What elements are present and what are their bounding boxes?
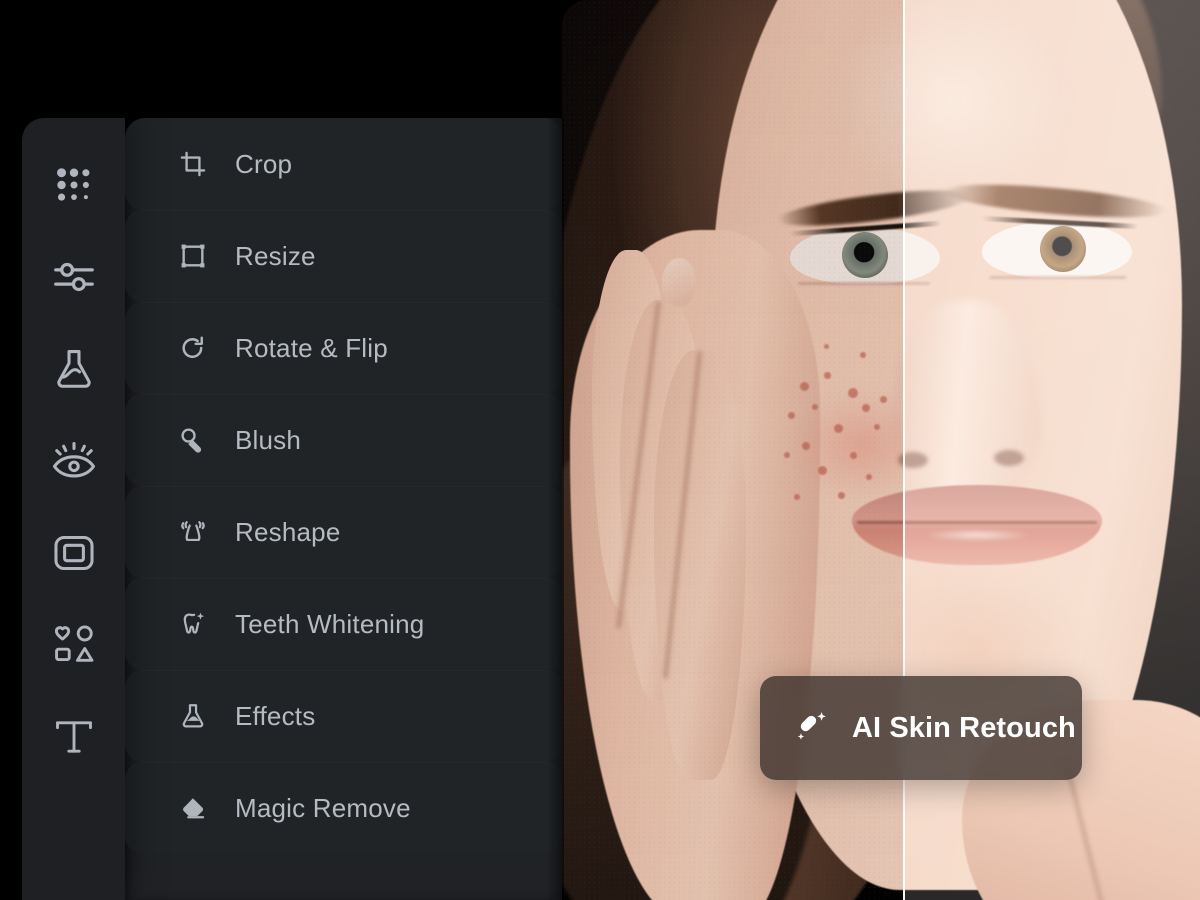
menu-item-label: Teeth Whitening — [235, 608, 425, 639]
menu-item-label: Magic Remove — [235, 792, 411, 823]
icon-rail — [22, 118, 125, 900]
eraser-icon — [178, 793, 208, 823]
resize-icon — [178, 241, 208, 271]
tools-menu-panel: Crop Resize Rotate & Flip Blush Reshape … — [125, 118, 562, 900]
menu-item-effects[interactable]: Effects — [125, 670, 562, 762]
flask-icon — [178, 701, 208, 731]
sidebar-item-apps[interactable] — [43, 154, 105, 216]
menu-item-rotate-flip[interactable]: Rotate & Flip — [125, 302, 562, 394]
app-root: AI Skin Retouch Crop Resize Rotate & Fli… — [0, 0, 1200, 900]
ai-skin-retouch-button[interactable]: AI Skin Retouch — [760, 676, 1082, 780]
menu-item-label: Crop — [235, 148, 293, 179]
sliders-icon — [51, 254, 97, 300]
reshape-icon — [178, 517, 208, 547]
frame-icon — [51, 530, 97, 576]
blush-icon — [178, 425, 208, 455]
menu-item-label: Resize — [235, 240, 316, 271]
menu-item-label: Rotate & Flip — [235, 332, 388, 363]
sidebar-item-elements[interactable] — [43, 614, 105, 676]
tooth-sparkle-icon — [178, 609, 208, 639]
sidebar-item-frame[interactable] — [43, 522, 105, 584]
menu-item-label: Reshape — [235, 516, 341, 547]
dots-grid-icon — [51, 162, 97, 208]
shapes-icon — [51, 622, 97, 668]
menu-item-label: Effects — [235, 700, 316, 731]
menu-item-resize[interactable]: Resize — [125, 210, 562, 302]
eye-icon — [51, 438, 97, 484]
sidebar-item-text[interactable] — [43, 706, 105, 768]
magic-blush-sparkle-icon — [794, 707, 832, 750]
menu-item-crop[interactable]: Crop — [125, 118, 562, 210]
sidebar-item-adjust[interactable] — [43, 246, 105, 308]
menu-item-reshape[interactable]: Reshape — [125, 486, 562, 578]
menu-item-teeth-whitening[interactable]: Teeth Whitening — [125, 578, 562, 670]
photo-preview-panel[interactable]: AI Skin Retouch — [562, 0, 1200, 900]
rotate-icon — [178, 333, 208, 363]
ai-skin-retouch-label: AI Skin Retouch — [852, 711, 1076, 744]
sidebar-item-retouch[interactable] — [43, 430, 105, 492]
menu-item-label: Blush — [235, 424, 302, 455]
menu-item-magic-remove[interactable]: Magic Remove — [125, 762, 562, 854]
text-icon — [51, 714, 97, 760]
sidebar-item-effects[interactable] — [43, 338, 105, 400]
menu-item-blush[interactable]: Blush — [125, 394, 562, 486]
flask-icon — [51, 346, 97, 392]
crop-icon — [178, 149, 208, 179]
